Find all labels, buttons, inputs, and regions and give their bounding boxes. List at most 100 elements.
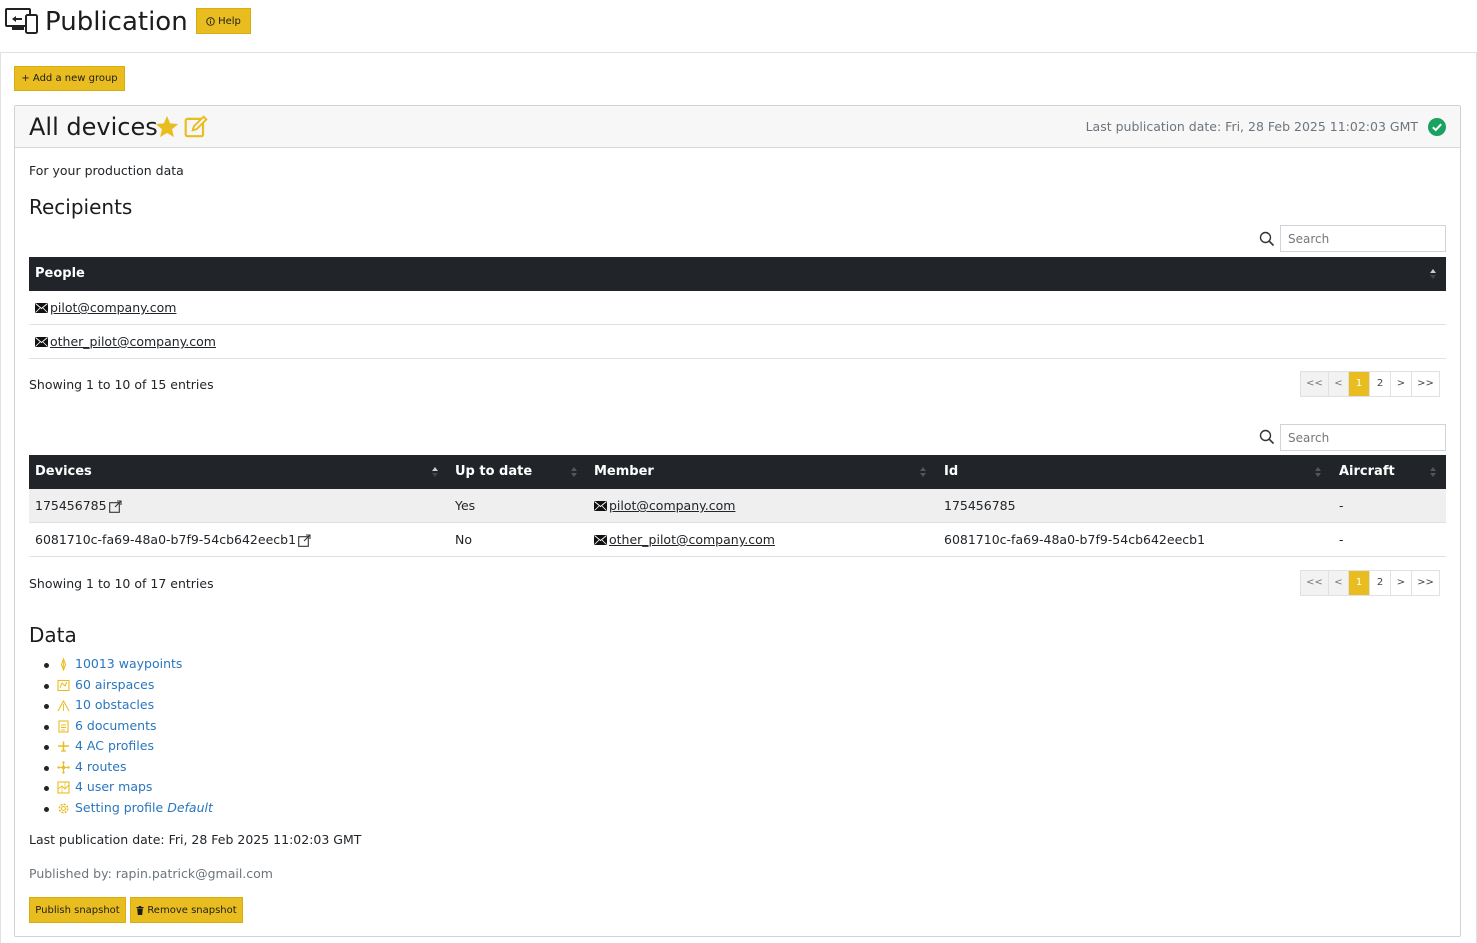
device-screens-icon xyxy=(5,8,38,34)
add-group-label: + Add a new group xyxy=(21,73,118,84)
pager-last[interactable]: >> xyxy=(1412,372,1439,396)
ac-profiles-link[interactable]: 4 AC profiles xyxy=(75,738,154,753)
pager-page-1[interactable]: 1 xyxy=(1349,372,1370,396)
trash-icon xyxy=(136,905,144,915)
last-publication-date: Last publication date: Fri, 28 Feb 2025 … xyxy=(1085,119,1418,134)
column-header-member[interactable]: Member xyxy=(588,455,654,489)
help-label: Help xyxy=(218,15,241,27)
star-icon[interactable] xyxy=(154,114,180,140)
document-icon xyxy=(58,719,69,733)
setting-profile-link[interactable]: Setting profile Default xyxy=(75,800,213,815)
pager-page-2[interactable]: 2 xyxy=(1370,372,1391,396)
device-id: 6081710c-fa69-48a0-b7f9-54cb642eecb1 xyxy=(944,532,1206,547)
aircraft-value: - xyxy=(1339,532,1344,547)
external-link-icon[interactable] xyxy=(108,499,122,513)
list-item: Setting profile Default xyxy=(44,798,213,819)
group-description: For your production data xyxy=(29,163,184,178)
list-item: 10013 waypoints xyxy=(44,654,213,675)
member-email-link[interactable]: other_pilot@company.com xyxy=(609,523,775,557)
device-name: 6081710c-fa69-48a0-b7f9-54cb642eecb1 xyxy=(35,532,297,547)
sort-icon[interactable] xyxy=(919,465,927,479)
sort-asc-icon[interactable] xyxy=(1429,267,1437,281)
device-id: 175456785 xyxy=(944,498,1016,513)
publish-snapshot-label: Publish snapshot xyxy=(35,904,120,916)
last-publication-date-footer: Last publication date: Fri, 28 Feb 2025 … xyxy=(29,832,362,847)
add-group-button[interactable]: + Add a new group xyxy=(14,66,125,91)
pager-next[interactable]: > xyxy=(1391,571,1412,595)
table-row: other_pilot@company.com xyxy=(29,325,1446,359)
devices-table-info: Showing 1 to 10 of 17 entries xyxy=(29,576,214,591)
pager-last[interactable]: >> xyxy=(1412,571,1439,595)
data-heading: Data xyxy=(29,623,77,647)
page-title: Publication xyxy=(45,7,188,37)
recipients-search-input[interactable] xyxy=(1280,225,1446,252)
envelope-icon xyxy=(594,501,607,511)
map-icon xyxy=(57,781,70,794)
obstacle-icon xyxy=(57,699,70,712)
check-circle-icon xyxy=(1428,118,1446,136)
remove-snapshot-button[interactable]: Remove snapshot xyxy=(130,897,243,923)
documents-link[interactable]: 6 documents xyxy=(75,718,157,733)
table-row: 175456785 Yes pilot@company.com 17545678… xyxy=(29,489,1446,523)
aircraft-icon xyxy=(58,741,69,752)
recipients-pagination: << < 1 2 > >> xyxy=(1300,371,1440,397)
devices-pagination: << < 1 2 > >> xyxy=(1300,570,1440,596)
recipient-email-link[interactable]: pilot@company.com xyxy=(50,291,176,325)
sort-icon[interactable] xyxy=(570,465,578,479)
setting-profile-label: Setting profile xyxy=(75,799,168,815)
sort-icon[interactable] xyxy=(1429,465,1437,479)
envelope-icon xyxy=(35,337,48,347)
sort-asc-icon[interactable] xyxy=(431,465,439,479)
recipients-table-header: People xyxy=(29,257,1446,291)
device-name: 175456785 xyxy=(35,498,107,513)
up-to-date-value: No xyxy=(455,532,472,547)
waypoint-icon xyxy=(60,658,67,671)
data-list: 10013 waypoints 60 airspaces 10 obstacle… xyxy=(44,654,213,818)
recipient-email-link[interactable]: other_pilot@company.com xyxy=(50,325,216,359)
publish-snapshot-button[interactable]: Publish snapshot xyxy=(29,897,126,923)
pager-previous[interactable]: < xyxy=(1329,372,1349,396)
envelope-icon xyxy=(594,535,607,545)
column-header-aircraft[interactable]: Aircraft xyxy=(1333,455,1395,489)
airspace-icon xyxy=(57,679,70,691)
external-link-icon[interactable] xyxy=(298,533,311,547)
column-header-up-to-date[interactable]: Up to date xyxy=(449,455,532,489)
column-header-id[interactable]: Id xyxy=(938,455,958,489)
pager-previous[interactable]: < xyxy=(1329,571,1349,595)
table-row: 6081710c-fa69-48a0-b7f9-54cb642eecb1 No … xyxy=(29,523,1446,557)
list-item: 4 routes xyxy=(44,757,213,778)
user-maps-link[interactable]: 4 user maps xyxy=(75,779,152,794)
pager-first[interactable]: << xyxy=(1301,571,1329,595)
column-header-people[interactable]: People xyxy=(29,257,85,291)
up-to-date-value: Yes xyxy=(455,498,476,513)
recipients-table-info: Showing 1 to 10 of 15 entries xyxy=(29,377,214,392)
remove-snapshot-label: Remove snapshot xyxy=(147,904,237,916)
published-by: Published by: rapin.patrick@gmail.com xyxy=(29,866,273,881)
column-header-devices[interactable]: Devices xyxy=(29,455,92,489)
help-button[interactable]: Help xyxy=(196,8,251,34)
pager-next[interactable]: > xyxy=(1391,372,1412,396)
airspaces-link[interactable]: 60 airspaces xyxy=(75,677,154,692)
devices-table-header: Devices Up to date Member Id Aircraft xyxy=(29,455,1446,489)
pager-page-2[interactable]: 2 xyxy=(1370,571,1391,595)
list-item: 6 documents xyxy=(44,716,213,737)
setting-profile-name: Default xyxy=(167,799,213,815)
group-card-header: All devices Last publication date: Fri, … xyxy=(15,106,1460,148)
group-title: All devices xyxy=(29,113,158,141)
settings-icon xyxy=(58,803,69,813)
pager-first[interactable]: << xyxy=(1301,372,1329,396)
edit-icon[interactable] xyxy=(183,114,209,140)
sort-icon[interactable] xyxy=(1314,465,1322,479)
pager-page-1[interactable]: 1 xyxy=(1349,571,1370,595)
obstacles-link[interactable]: 10 obstacles xyxy=(75,697,154,712)
page-header: Publication Help xyxy=(0,0,1477,46)
list-item: 4 user maps xyxy=(44,777,213,798)
envelope-icon xyxy=(35,303,48,313)
aircraft-value: - xyxy=(1339,498,1344,513)
list-item: 60 airspaces xyxy=(44,675,213,696)
routes-link[interactable]: 4 routes xyxy=(75,759,126,774)
member-email-link[interactable]: pilot@company.com xyxy=(609,489,735,523)
search-icon xyxy=(1259,429,1275,445)
waypoints-link[interactable]: 10013 waypoints xyxy=(75,656,182,671)
devices-search-input[interactable] xyxy=(1280,424,1446,451)
